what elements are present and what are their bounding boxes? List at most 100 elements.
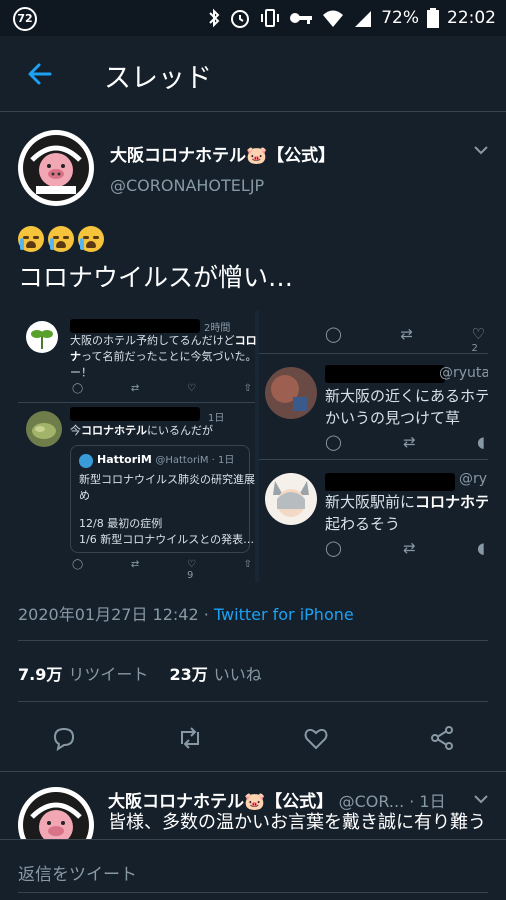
signal-icon xyxy=(355,11,372,27)
tweet-handle: @ry xyxy=(459,471,488,487)
screenshot-action-row: ◯ ⇄ ◖ xyxy=(325,433,485,451)
back-arrow-icon[interactable] xyxy=(26,60,54,88)
screenshot-text-bold: ナ xyxy=(70,350,81,363)
screenshot-action-row: ◯ ⇄ ◖ xyxy=(325,539,485,557)
quote-line: め xyxy=(79,489,90,502)
sprout-icon xyxy=(31,330,53,349)
reply-icon[interactable] xyxy=(50,724,78,752)
like-icon: ♡ 9 xyxy=(186,559,196,581)
key-icon xyxy=(290,13,313,24)
reply-author-handle[interactable]: @COR... · 1日 xyxy=(339,792,446,811)
screenshot-right-panel: ◯ ⇄ ♡ 2 @ryutaro_ 新大阪の近くにあるホテ かいうの見つけて草 ◯ ⇄… xyxy=(259,311,488,582)
reply-input-underline xyxy=(18,892,488,893)
tweet-time: 2時間 xyxy=(204,323,231,334)
tweet-source-link[interactable]: Twitter for iPhone xyxy=(214,605,354,624)
redacted-name xyxy=(325,473,455,491)
tweet-timestamp: 2020年01月27日 12:42 · Twitter for iPhone xyxy=(18,601,354,625)
screenshot-text-part: 大阪のホテル予約してるんだけど xyxy=(70,334,235,347)
screenshot-tweet-line: 大阪のホテル予約してるんだけどコロ xyxy=(70,333,257,349)
attached-image[interactable]: 2時間 大阪のホテル予約してるんだけどコロ ナって名前だったことに今気づいた。 … xyxy=(18,311,488,582)
screenshot-divider xyxy=(259,353,488,354)
like-icon: ◖ xyxy=(477,539,485,557)
screenshot-divider xyxy=(259,459,488,460)
screenshot-text-part: にいるんだが xyxy=(147,424,213,437)
quoted-tweet: HattoriM @HattoriM · 1日 新型コロナウイルス肺炎の研究進展… xyxy=(70,445,255,553)
screenshot-text-bold: コロナホテ xyxy=(415,493,488,511)
food-avatar xyxy=(26,411,62,447)
redacted-name xyxy=(325,365,445,383)
screenshot-tweet-line: ナって名前だったことに今気づいた。 xyxy=(70,349,256,365)
divider xyxy=(18,640,488,641)
like-count: 9 xyxy=(186,570,194,581)
retweet-count[interactable]: 7.9万 xyxy=(18,665,62,684)
anime-character-icon xyxy=(273,481,309,517)
screenshot-tweet-line: 新大阪駅前にコロナホテ xyxy=(325,491,488,513)
screenshot-action-row: ◯ ⇄ ♡ ⇧ xyxy=(72,383,252,394)
reply-icon: ◯ xyxy=(325,433,342,451)
retweet-icon[interactable] xyxy=(176,724,204,752)
reply-input[interactable]: 返信をツイート xyxy=(18,860,137,885)
redacted-name xyxy=(70,407,200,421)
battery-icon xyxy=(427,8,439,28)
screenshot-tweet-line: ー！ xyxy=(70,366,92,379)
avatar[interactable] xyxy=(18,130,94,206)
loudly-crying-face-icon xyxy=(18,226,44,252)
reply-tweet-text: 皆様、多数の温かいお言葉を戴き誠に有り難う xyxy=(108,812,486,833)
tweet-text: コロナウイルスが憎い… xyxy=(18,263,294,292)
screenshot-tweet-line: かいうの見つけて草 xyxy=(325,409,461,427)
reply-icon: ◯ xyxy=(72,559,84,570)
screenshot-divider xyxy=(18,402,255,403)
thread-header: スレッド xyxy=(0,36,506,112)
screenshot-action-row: ◯ ⇄ ♡ 9 ⇧ xyxy=(72,559,252,581)
page-title: スレッド xyxy=(104,63,212,94)
like-icon: ◖ xyxy=(477,433,485,451)
bluetooth-icon xyxy=(209,8,220,28)
screenshot-text-bold: コロ xyxy=(234,334,257,347)
author-name[interactable]: 大阪コロナホテル🐷【公式】 xyxy=(110,141,335,166)
quote-handle: @HattoriM · 1日 xyxy=(155,455,235,466)
battery-percent: 72% xyxy=(381,8,419,28)
photo-icon xyxy=(271,375,307,411)
reply-tweet-header: 大阪コロナホテル🐷【公式】 @COR... · 1日 xyxy=(108,787,446,812)
author-handle[interactable]: @CORONAHOTELJP xyxy=(110,176,264,195)
divider xyxy=(18,701,488,702)
corona-hotel-logo xyxy=(19,131,93,205)
status-icons: 72% 22:02 xyxy=(207,6,496,30)
chevron-down-icon[interactable] xyxy=(472,792,490,806)
reply-icon: ◯ xyxy=(325,539,342,557)
reply-author-name[interactable]: 大阪コロナホテル🐷【公式】 xyxy=(108,792,333,812)
loudly-crying-face-icon xyxy=(78,226,104,252)
quote-author-name: HattoriM xyxy=(97,453,152,466)
timestamp-text: 2020年01月27日 12:42 · xyxy=(18,605,214,624)
share-icon: ⇧ xyxy=(243,559,252,570)
tweet-handle: @ryutaro_ xyxy=(439,365,488,381)
retweet-label[interactable]: リツイート xyxy=(68,665,148,684)
reply-icon: ◯ xyxy=(72,383,84,394)
hattori-avatar xyxy=(79,454,93,468)
retweet-icon: ⇄ xyxy=(130,383,140,394)
like-heart-icon[interactable] xyxy=(302,724,330,752)
screenshot-tweet-line: 新大阪の近くにあるホテ xyxy=(325,387,488,405)
retweet-icon: ⇄ xyxy=(403,539,416,557)
screenshot-left-panel: 2時間 大阪のホテル予約してるんだけどコロ ナって名前だったことに今気づいた。 … xyxy=(18,311,257,582)
tweet-action-bar xyxy=(0,716,506,760)
share-icon[interactable] xyxy=(428,724,456,752)
screenshot-text-part: って名前だったことに今気づいた。 xyxy=(81,350,257,363)
tweet-stats: 7.9万 リツイート 23万 いいね xyxy=(18,661,278,685)
like-count[interactable]: 23万 xyxy=(169,665,207,684)
clock-time: 22:02 xyxy=(447,8,496,28)
chevron-down-icon[interactable] xyxy=(472,143,490,157)
reply-icon: ◯ xyxy=(325,325,342,343)
like-icon: ♡ xyxy=(186,383,196,394)
blurry-avatar xyxy=(265,367,317,419)
like-label[interactable]: いいね xyxy=(214,665,262,684)
redacted-name xyxy=(70,319,200,333)
notification-count-badge: 72 xyxy=(13,7,37,31)
quote-line: 1/6 新型コロナウイルスとの発表… xyxy=(79,533,255,546)
retweet-icon: ⇄ xyxy=(400,325,413,343)
quote-line: 12/8 最初の症例 xyxy=(79,517,163,530)
fox-girl-avatar xyxy=(265,473,317,525)
divider xyxy=(0,771,506,772)
retweet-icon: ⇄ xyxy=(130,559,140,570)
tweet-time: 1日 xyxy=(208,413,225,424)
